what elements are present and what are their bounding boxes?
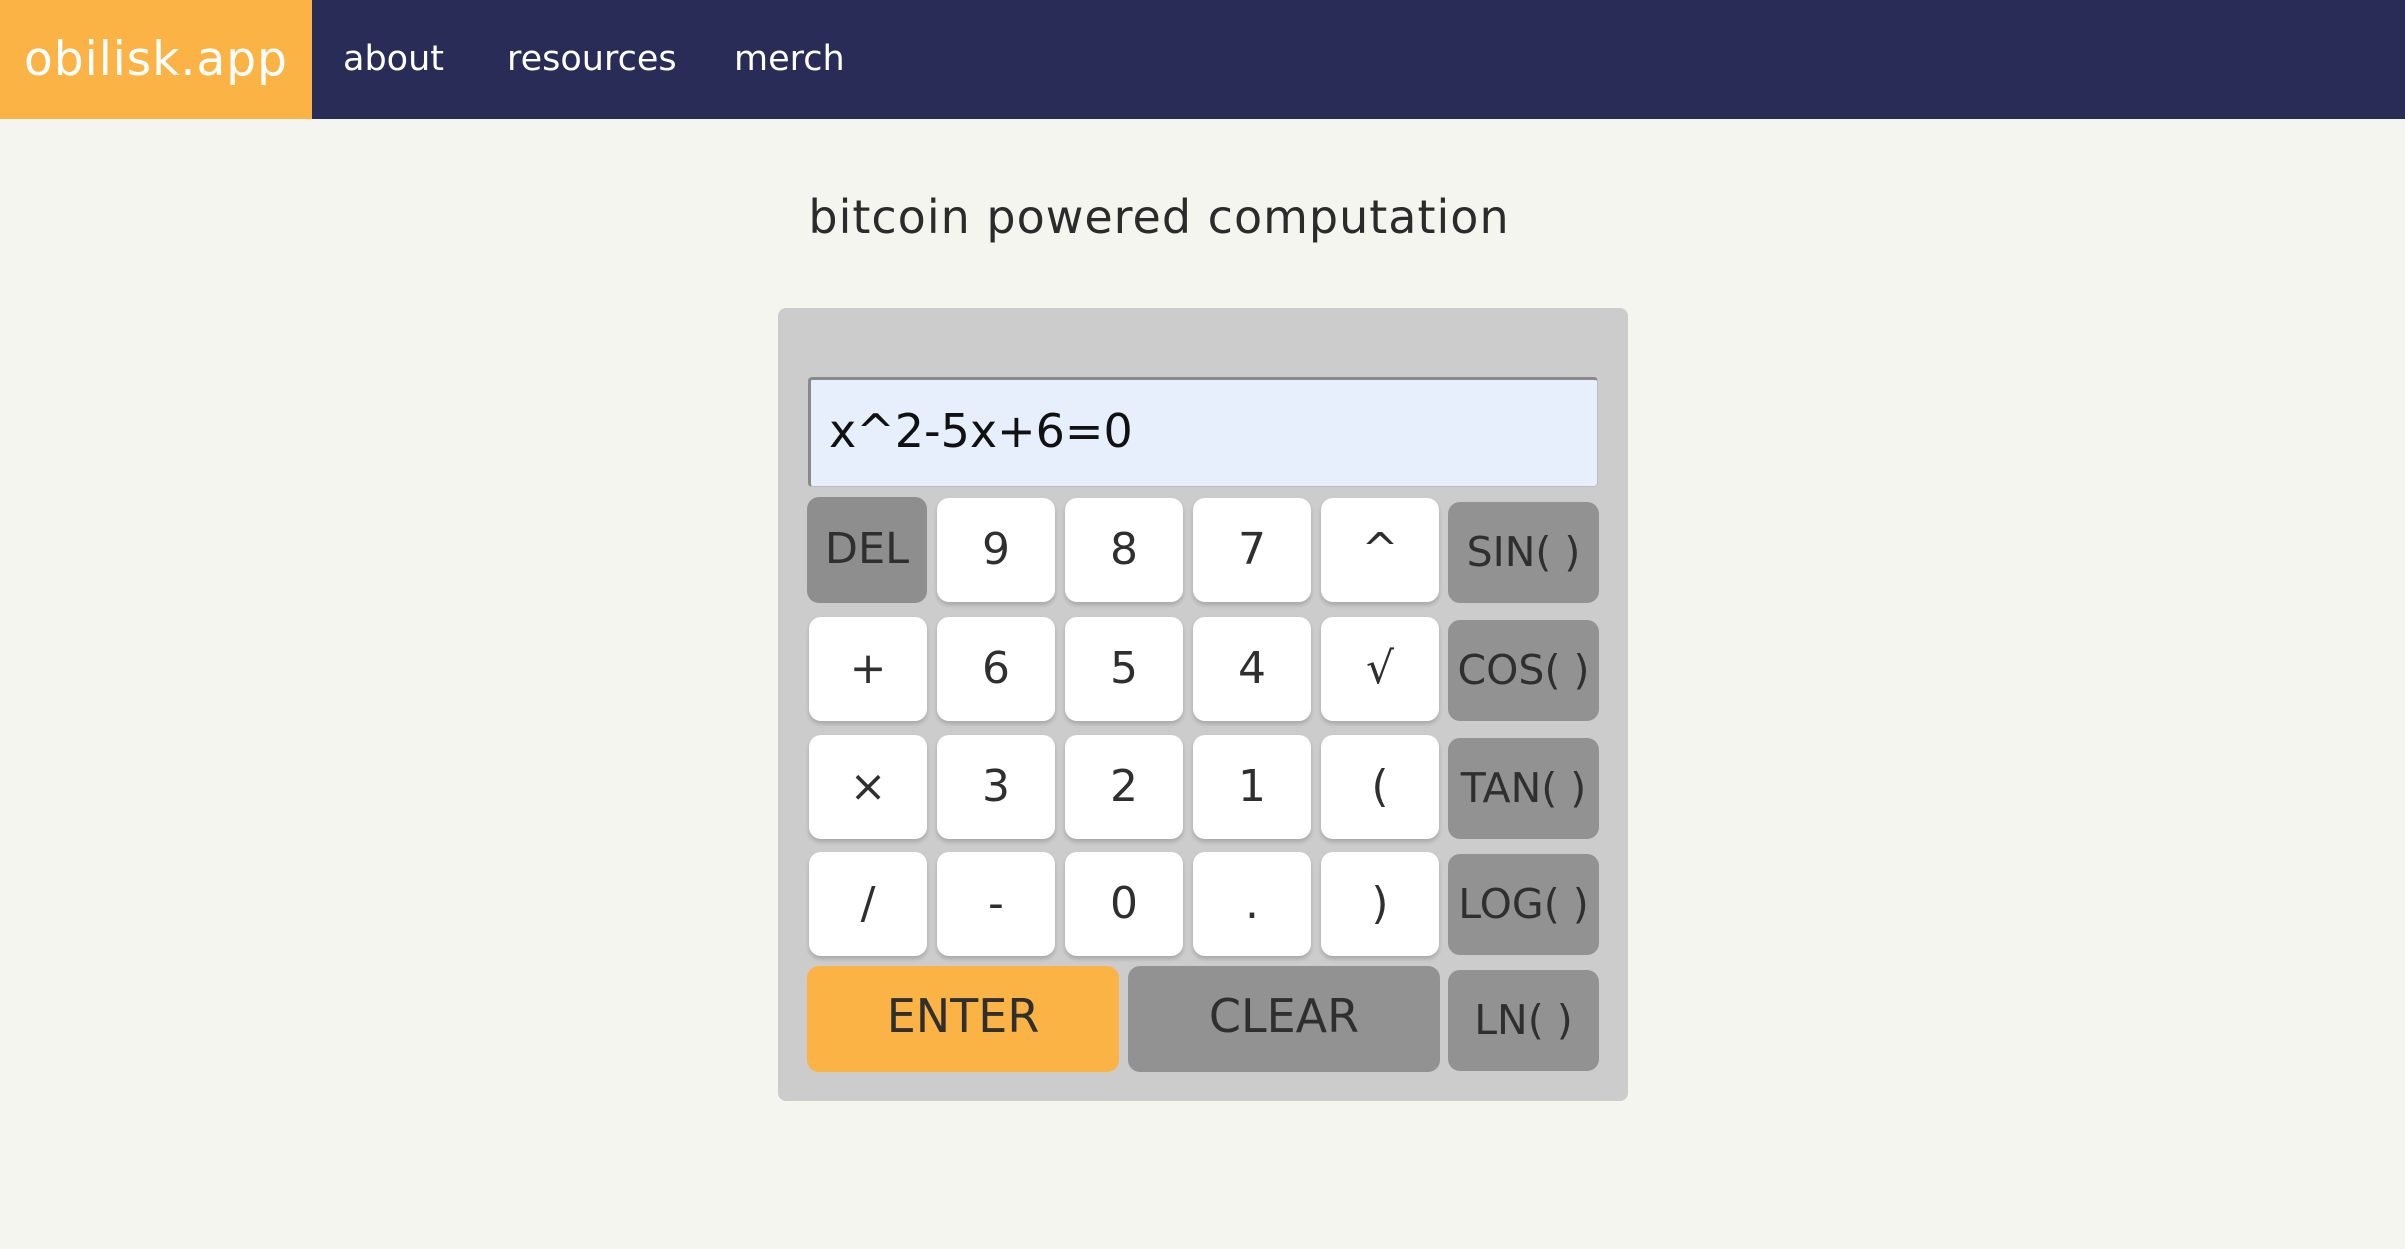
key-1-button[interactable]: 1: [1193, 735, 1311, 839]
sin-function-button[interactable]: SIN( ): [1448, 502, 1599, 603]
key-caret-button[interactable]: ^: [1321, 498, 1439, 602]
key-5-button[interactable]: 5: [1065, 617, 1183, 721]
key-4-button[interactable]: 4: [1193, 617, 1311, 721]
key-plus-button[interactable]: +: [809, 617, 927, 721]
key-minus-button[interactable]: -: [937, 852, 1055, 956]
key-right-paren-button[interactable]: ): [1321, 852, 1439, 956]
key-2-button[interactable]: 2: [1065, 735, 1183, 839]
key-8-button[interactable]: 8: [1065, 498, 1183, 602]
top-navigation-bar: obilisk.app about resources merch: [0, 0, 2405, 119]
log-function-button[interactable]: LOG( ): [1448, 854, 1599, 955]
key-7-button[interactable]: 7: [1193, 498, 1311, 602]
calculator-panel: x^2-5x+6=0 DEL 9 8 7 ^ SIN( ) + 6 5 4 √ …: [778, 308, 1628, 1101]
key-6-button[interactable]: 6: [937, 617, 1055, 721]
clear-button[interactable]: CLEAR: [1128, 966, 1440, 1072]
key-decimal-button[interactable]: .: [1193, 852, 1311, 956]
page-headline: bitcoin powered computation: [808, 190, 1510, 244]
expression-input[interactable]: x^2-5x+6=0: [808, 377, 1598, 487]
key-sqrt-button[interactable]: √: [1321, 617, 1439, 721]
nav-link-about[interactable]: about: [343, 0, 444, 119]
ln-function-button[interactable]: LN( ): [1448, 970, 1599, 1071]
key-9-button[interactable]: 9: [937, 498, 1055, 602]
key-0-button[interactable]: 0: [1065, 852, 1183, 956]
brand-logo-link[interactable]: obilisk.app: [0, 0, 312, 119]
cos-function-button[interactable]: COS( ): [1448, 620, 1599, 721]
key-multiply-button[interactable]: ×: [809, 735, 927, 839]
key-3-button[interactable]: 3: [937, 735, 1055, 839]
tan-function-button[interactable]: TAN( ): [1448, 738, 1599, 839]
nav-link-merch[interactable]: merch: [734, 0, 845, 119]
key-divide-button[interactable]: /: [809, 852, 927, 956]
nav-link-resources[interactable]: resources: [507, 0, 677, 119]
delete-button[interactable]: DEL: [807, 497, 927, 603]
key-left-paren-button[interactable]: (: [1321, 735, 1439, 839]
enter-button[interactable]: ENTER: [807, 966, 1119, 1072]
